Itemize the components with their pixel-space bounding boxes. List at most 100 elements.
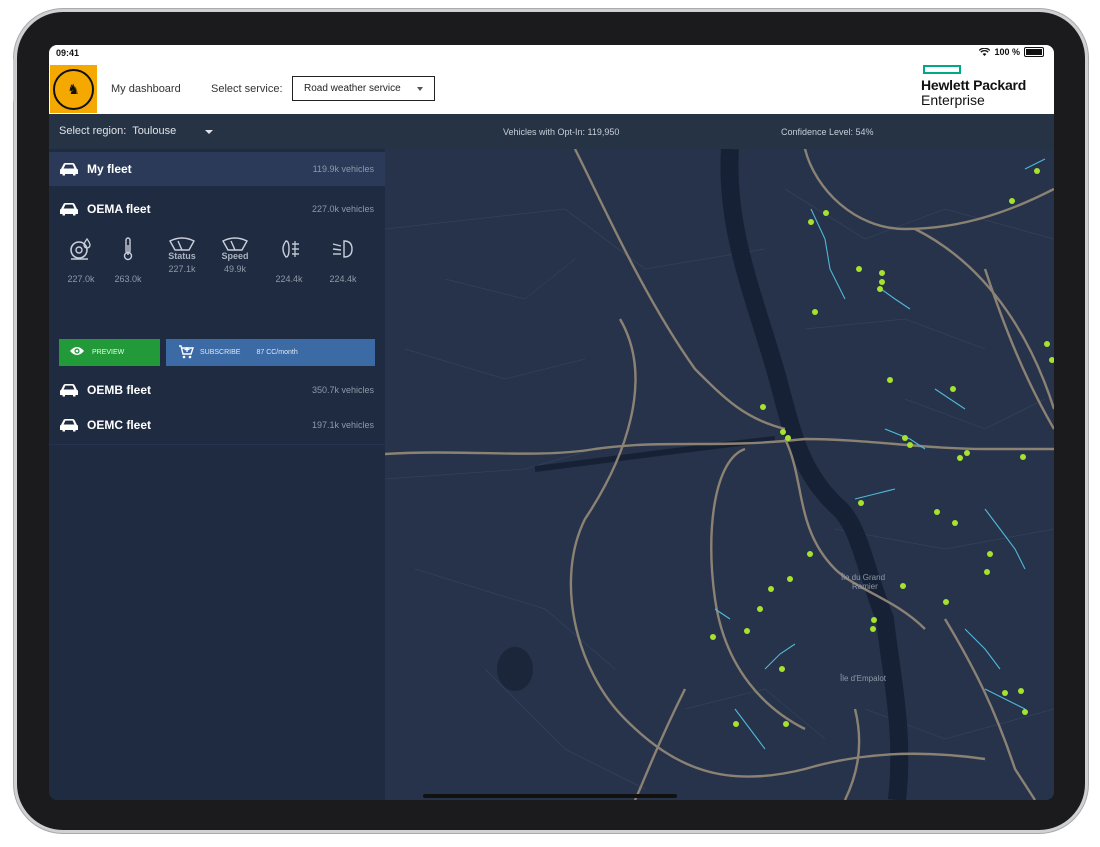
map-marker[interactable] [984,569,990,575]
metric-fog-light[interactable]: 224.4k [269,237,309,284]
my-dashboard-link[interactable]: My dashboard [111,83,181,95]
metric-label: Status [168,251,196,261]
subscribe-cost: 87 CC/month [256,349,298,356]
map-marker[interactable] [1034,168,1040,174]
map-view[interactable]: Île du Grand Ramier Île d'Empalot [385,149,1054,800]
metric-value: 224.4k [329,274,357,284]
headlight-icon [332,240,353,258]
map-marker[interactable] [943,599,949,605]
map-marker[interactable] [887,377,893,383]
map-marker[interactable] [870,626,876,632]
map-marker[interactable] [779,666,785,672]
app-screen: 09:41 100 % ♞ My dashboard Select servic… [49,45,1054,800]
opt-in-count: Vehicles with Opt-In: 119,950 [503,127,620,137]
status-bar: 09:41 100 % [49,45,1054,61]
hpe-logo: Hewlett Packard Enterprise [921,65,1046,108]
map-marker[interactable] [902,435,908,441]
metric-wiper-status[interactable]: Status 227.1k [162,237,202,274]
map-marker[interactable] [877,286,883,292]
map-marker[interactable] [900,583,906,589]
map-marker[interactable] [785,435,791,441]
map-marker[interactable] [780,429,786,435]
map-canvas: Île du Grand Ramier Île d'Empalot [385,149,1054,800]
map-marker[interactable] [1018,688,1024,694]
map-marker[interactable] [1044,341,1050,347]
fleet-row-oemc[interactable]: OEMC fleet 197.1k vehicles [49,408,385,442]
region-select[interactable]: Select region: Toulouse [59,125,176,137]
metric-wiper-speed[interactable]: Speed 49.9k [215,237,255,274]
metric-temperature[interactable]: 263.0k [108,237,148,284]
map-marker[interactable] [879,279,885,285]
map-marker[interactable] [879,270,885,276]
map-marker[interactable] [787,576,793,582]
map-marker[interactable] [856,266,862,272]
fog-light-icon [282,240,299,258]
map-marker[interactable] [757,606,763,612]
volume-button [13,58,16,102]
fleet-count: 119.9k vehicles [312,164,374,174]
metric-value: 49.9k [223,264,247,274]
map-label-line: Ramier [852,582,878,591]
map-marker[interactable] [733,721,739,727]
fleet-name: My fleet [87,162,132,176]
metric-value: 224.4k [275,274,303,284]
preview-button[interactable]: PREVIEW [59,339,160,366]
map-marker[interactable] [823,210,829,216]
service-select[interactable]: Road weather service [292,76,435,101]
map-marker[interactable] [744,628,750,634]
map-marker[interactable] [807,551,813,557]
fleet-row-my-fleet[interactable]: My fleet 119.9k vehicles [49,152,385,186]
fleet-count: 350.7k vehicles [311,385,374,395]
map-marker[interactable] [987,551,993,557]
map-marker[interactable] [964,450,970,456]
map-marker[interactable] [783,721,789,727]
map-marker[interactable] [858,500,864,506]
map-marker[interactable] [812,309,818,315]
map-marker[interactable] [950,386,956,392]
hpe-logo-line2: Enterprise [921,92,985,108]
metric-headlight[interactable]: 224.4k [323,237,363,284]
map-marker[interactable] [1022,709,1028,715]
traffic-traces [714,158,1046,750]
home-indicator[interactable] [423,794,677,798]
fleet-sidebar: My fleet 119.9k vehicles OEMA fleet 227.… [49,149,385,800]
hpe-logo-line1: Hewlett Packard [921,77,1027,93]
map-marker[interactable] [768,586,774,592]
metric-road-wetness[interactable]: 227.0k [61,237,101,284]
map-marker[interactable] [952,520,958,526]
road-network [385,149,1054,800]
map-marker[interactable] [760,404,766,410]
map-marker[interactable] [1049,357,1054,363]
car-icon [60,163,78,176]
service-select-value: Road weather service [304,83,401,94]
clock: 09:41 [56,48,80,58]
battery-icon [1024,47,1044,57]
wiper-icon [222,237,248,251]
map-marker[interactable] [710,634,716,640]
metric-value: 227.1k [168,264,196,274]
sidebar-divider [49,444,385,445]
map-marker[interactable] [1020,454,1026,460]
map-marker[interactable] [1002,690,1008,696]
map-marker[interactable] [871,617,877,623]
fleet-name: OEMA fleet [87,202,151,216]
map-marker[interactable] [907,442,913,448]
region-label: Select region: [59,125,127,137]
region-bar: Select region: Toulouse Vehicles with Op… [49,114,1054,149]
map-marker[interactable] [808,219,814,225]
map-marker[interactable] [957,455,963,461]
metric-label: Speed [221,251,249,261]
subscribe-button[interactable]: SUBSCRIBE 87 CC/month [166,339,375,366]
map-marker[interactable] [1009,198,1015,204]
chevron-down-icon[interactable] [205,130,213,134]
car-icon [60,203,78,216]
continental-logo[interactable]: ♞ [50,65,97,113]
fleet-row-oemb[interactable]: OEMB fleet 350.7k vehicles [49,373,385,407]
map-marker[interactable] [934,509,940,515]
fleet-row-oema[interactable]: OEMA fleet 227.0k vehicles [49,192,385,226]
select-service-label: Select service: [211,83,283,95]
horse-icon: ♞ [53,68,94,110]
oema-metrics: 227.0k 263.0k Status 227.1k Speed 49.9k … [49,237,385,297]
car-icon [60,384,78,397]
fleet-name: OEMC fleet [87,418,152,432]
